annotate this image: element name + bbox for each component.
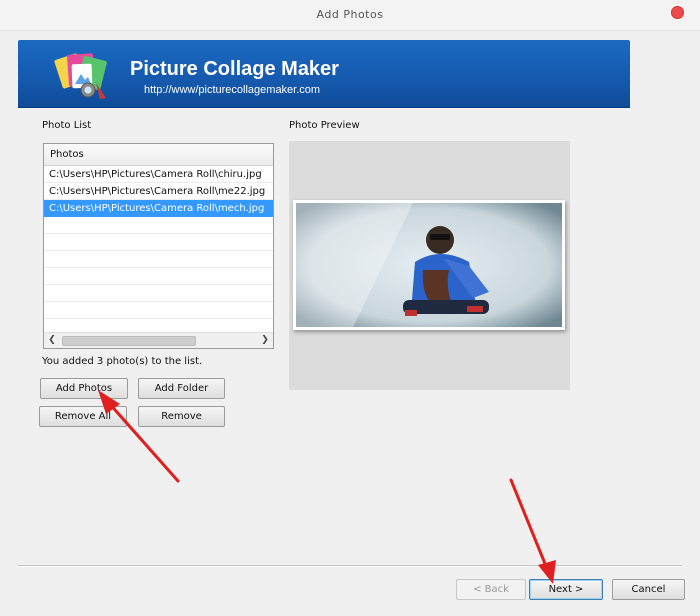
photo-preview-label: Photo Preview <box>289 120 360 131</box>
banner-title: Picture Collage Maker <box>130 58 339 80</box>
scroll-right-arrow-icon[interactable]: ❯ <box>257 333 273 348</box>
annotation-arrow-next <box>509 478 556 584</box>
back-button[interactable]: < Back <box>456 579 526 600</box>
picture-collage-logo-icon <box>54 53 107 99</box>
empty-row <box>44 285 273 302</box>
empty-row <box>44 251 273 268</box>
preview-photo-icon <box>296 203 562 327</box>
close-icon[interactable] <box>671 6 684 19</box>
list-item[interactable]: C:\Users\HP\Pictures\Camera Roll\me22.jp… <box>44 183 273 200</box>
empty-row <box>44 217 273 234</box>
add-folder-button[interactable]: Add Folder <box>138 378 225 399</box>
footer-separator <box>18 565 682 567</box>
empty-row <box>44 302 273 319</box>
photo-preview-panel <box>289 141 570 390</box>
add-photos-button[interactable]: Add Photos <box>40 378 128 399</box>
title-bar: Add Photos <box>0 0 700 31</box>
cancel-button[interactable]: Cancel <box>612 579 685 600</box>
photo-list-label: Photo List <box>42 120 92 131</box>
scroll-left-arrow-icon[interactable]: ❮ <box>44 333 60 348</box>
remove-button[interactable]: Remove <box>138 406 225 427</box>
window-title: Add Photos <box>316 8 384 21</box>
horizontal-scrollbar[interactable]: ❮ ❯ <box>44 332 273 348</box>
preview-image <box>293 200 565 330</box>
photos-column-header[interactable]: Photos <box>44 144 273 166</box>
photo-list[interactable]: Photos C:\Users\HP\Pictures\Camera Roll\… <box>43 143 274 349</box>
empty-row <box>44 268 273 285</box>
annotation-arrow-add-photos <box>98 390 180 483</box>
banner-url: http://www/picturecollagemaker.com <box>144 84 321 96</box>
next-button[interactable]: Next > <box>529 579 603 600</box>
remove-all-button[interactable]: Remove All <box>39 406 127 427</box>
list-item[interactable]: C:\Users\HP\Pictures\Camera Roll\chiru.j… <box>44 166 273 183</box>
list-item-selected[interactable]: C:\Users\HP\Pictures\Camera Roll\mech.jp… <box>44 200 273 217</box>
scroll-thumb[interactable] <box>62 336 196 346</box>
photo-count-status: You added 3 photo(s) to the list. <box>42 356 203 367</box>
empty-row <box>44 234 273 251</box>
app-banner: Picture Collage Maker http://www/picture… <box>18 40 630 108</box>
